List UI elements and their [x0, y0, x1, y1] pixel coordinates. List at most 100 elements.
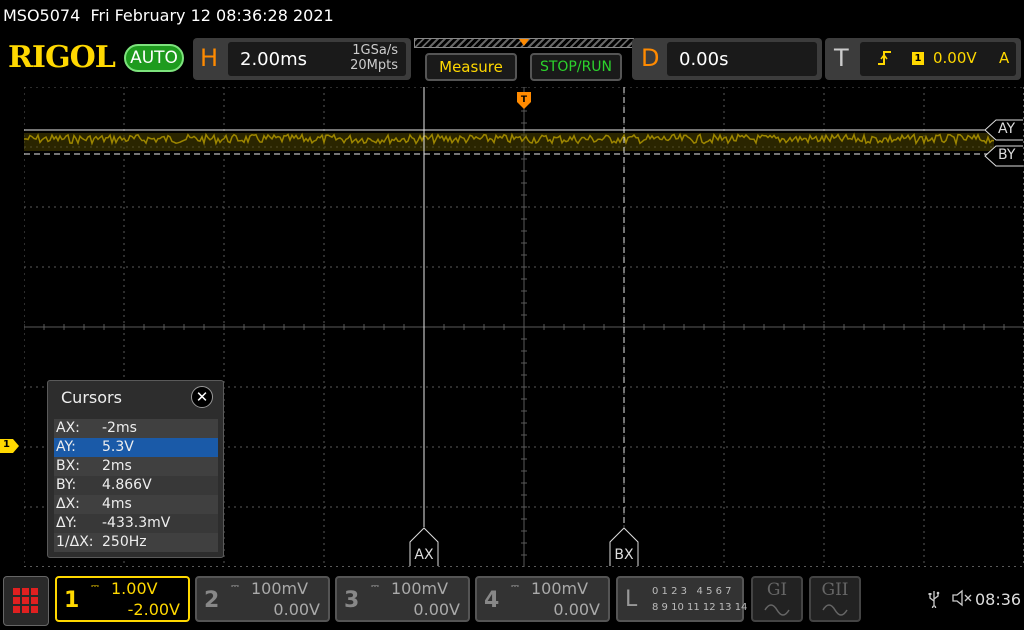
cursor-readout-value: 2ms [102, 458, 132, 474]
cursor-readout-value: 4.866V [102, 477, 152, 493]
trigger-panel[interactable]: T 1 0.00V A [825, 38, 1021, 80]
trigger-coupling: A [999, 49, 1010, 67]
horizontal-letter: H [200, 44, 219, 72]
cursor-readout-value: 4ms [102, 496, 132, 512]
cursor-readout-value: 250Hz [102, 534, 147, 550]
title-bar: MSO5074 Fri February 12 08:36:28 2021 [0, 0, 1024, 34]
top-bar: RIGOL AUTO H 2.00ms 1GSa/s 20Mpts Measur… [0, 34, 1024, 84]
channel-2-number: 2 [204, 588, 220, 613]
cursor-readout-value: -2ms [102, 420, 137, 436]
channel-4-scale: 100mV [531, 579, 589, 598]
cursor-readout-key: AX: [56, 420, 80, 436]
cursors-panel-header: Cursors ✕ [48, 381, 223, 413]
cursors-panel-title: Cursors [61, 388, 122, 407]
delay-value: 0.00s [679, 49, 729, 70]
logic-channels-row1: 0 1 2 3 4 5 6 7 [652, 586, 732, 597]
ch1-noise-band [24, 133, 994, 151]
cursor-readout-key: AY: [56, 439, 76, 455]
rigol-logo: RIGOL [8, 40, 116, 75]
trigger-position-marker [519, 39, 529, 46]
channel-1-box[interactable]: 1 ⎓ 1.00V -2.00V [55, 576, 190, 622]
cursor-readout-key: BY: [56, 477, 77, 493]
sine-wave-icon [822, 604, 848, 616]
trigger-source-badge: 1 [912, 52, 924, 65]
generator-2-label: GII [821, 580, 849, 600]
cursor-readout-row[interactable]: AY: 5.3V [54, 438, 218, 457]
sample-rate: 1GSa/s [352, 43, 398, 58]
cursor-bx-tag[interactable]: BX [609, 527, 639, 567]
ch1-offset-marker-label: 1 [3, 439, 10, 450]
ch1-offset-marker[interactable]: 1 [0, 439, 20, 453]
cursor-readout-key: ΔX: [56, 496, 80, 512]
sample-info: 1GSa/s 20Mpts [350, 43, 398, 73]
main-menu-button[interactable] [3, 576, 49, 626]
measure-button[interactable]: Measure [425, 53, 517, 81]
dc-coupling-icon: ⎓ [511, 581, 519, 592]
bottom-bar: 1 ⎓ 1.00V -2.00V 2 ⎓ 100mV 0.00V 3 ⎓ 100… [0, 573, 1024, 630]
cursor-ay-tag[interactable]: AY [984, 119, 1024, 141]
cursor-by-tag[interactable]: BY [984, 145, 1024, 167]
channel-3-scale: 100mV [391, 579, 449, 598]
rising-edge-icon [878, 50, 892, 70]
cursor-readout-row[interactable]: AX: -2ms [54, 419, 218, 438]
logic-analyzer-box[interactable]: L 0 1 2 3 4 5 6 7 8 9 10 11 12 13 14 15 [616, 576, 763, 622]
channel-1-offset: -2.00V [127, 600, 180, 619]
channel-4-number: 4 [484, 588, 500, 613]
stop-run-button[interactable]: STOP/RUN [530, 53, 622, 81]
auto-mode-button[interactable]: AUTO [124, 44, 184, 72]
channel-4-box[interactable]: 4 ⎓ 100mV 0.00V [475, 576, 610, 622]
cursor-readout-list: AX: -2ms AY: 5.3V BX: 2ms BY: 4.866V ΔX: 4ms ΔY: -4… [54, 419, 218, 552]
svg-text:T: T [521, 95, 528, 105]
sine-wave-icon [764, 604, 790, 616]
channel-3-offset: 0.00V [413, 600, 460, 619]
trigger-level: 0.00V [933, 49, 977, 67]
timebase-value: 2.00ms [240, 49, 307, 70]
cursor-by-label: BY [998, 147, 1016, 163]
horizontal-panel[interactable]: H 2.00ms 1GSa/s 20Mpts [193, 38, 411, 80]
delay-value-box[interactable]: 0.00s [667, 42, 817, 76]
horizontal-value-box[interactable]: 2.00ms 1GSa/s 20Mpts [228, 42, 406, 76]
dc-coupling-icon: ⎓ [371, 581, 379, 592]
usb-icon [928, 590, 940, 612]
memory-position-strip [414, 38, 634, 48]
cursor-ax-tag[interactable]: AX [409, 527, 439, 567]
channel-2-scale: 100mV [251, 579, 309, 598]
memory-depth: 20Mpts [350, 58, 398, 73]
close-icon[interactable]: ✕ [191, 386, 213, 408]
cursor-readout-row[interactable]: BY: 4.866V [54, 476, 218, 495]
model-datetime-text: MSO5074 Fri February 12 08:36:28 2021 [3, 6, 334, 25]
delay-panel[interactable]: D 0.00s [632, 38, 822, 80]
channel-4-offset: 0.00V [553, 600, 600, 619]
generator-2-button[interactable]: GII [809, 576, 861, 622]
cursor-readout-key: ΔY: [56, 515, 77, 531]
channel-3-box[interactable]: 3 ⎓ 100mV 0.00V [335, 576, 470, 622]
cursor-readout-key: BX: [56, 458, 80, 474]
cursor-readout-row[interactable]: BX: 2ms [54, 457, 218, 476]
cursor-readout-row[interactable]: ΔY: -433.3mV [54, 514, 218, 533]
trigger-position-icon[interactable]: T [517, 92, 531, 109]
speaker-muted-icon[interactable] [952, 589, 972, 611]
cursors-panel[interactable]: Cursors ✕ AX: -2ms AY: 5.3V BX: 2ms BY: 4.866V Δ… [47, 380, 224, 558]
dc-coupling-icon: ⎓ [91, 581, 99, 592]
channel-1-scale: 1.00V [111, 579, 158, 598]
channel-1-number: 1 [64, 588, 80, 613]
cursor-readout-value: 5.3V [102, 439, 134, 455]
cursor-readout-key: 1/ΔX: [56, 534, 94, 550]
generator-1-button[interactable]: GI [751, 576, 803, 622]
cursor-ay-label: AY [998, 121, 1016, 137]
cursor-readout-row[interactable]: ΔX: 4ms [54, 495, 218, 514]
logic-letter: L [625, 587, 638, 612]
channel-2-offset: 0.00V [273, 600, 320, 619]
clock-time: 08:36 [975, 590, 1022, 609]
trigger-letter: T [834, 44, 849, 72]
cursor-readout-row[interactable]: 1/ΔX: 250Hz [54, 533, 218, 552]
channel-2-box[interactable]: 2 ⎓ 100mV 0.00V [195, 576, 330, 622]
cursor-ax-label: AX [414, 547, 434, 563]
channel-3-number: 3 [344, 588, 360, 613]
trigger-value-box[interactable]: 1 0.00V A [860, 42, 1016, 76]
dc-coupling-icon: ⎓ [231, 581, 239, 592]
cursor-readout-value: -433.3mV [102, 515, 171, 531]
cursor-bx-label: BX [614, 547, 634, 563]
generator-1-label: GI [766, 580, 788, 600]
delay-letter: D [641, 44, 660, 72]
